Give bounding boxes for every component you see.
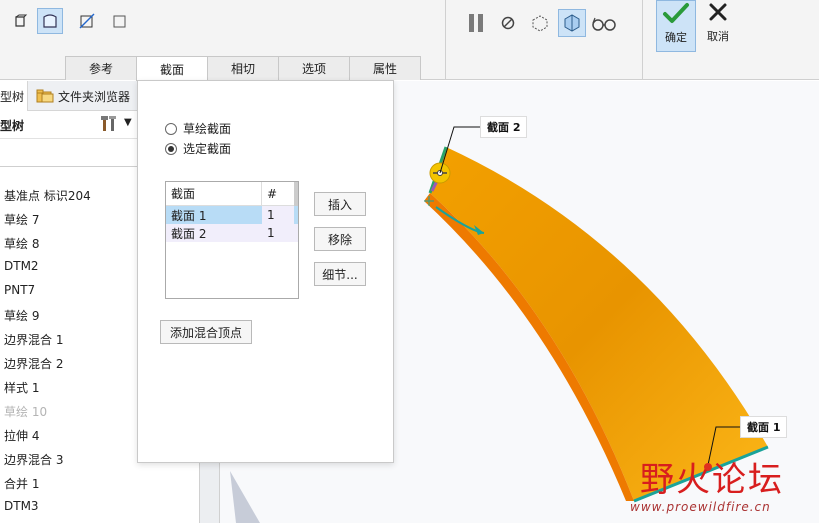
tab-options[interactable]: 选项: [278, 56, 350, 80]
tab-properties[interactable]: 属性: [349, 56, 421, 80]
details-button[interactable]: 细节...: [314, 262, 366, 286]
tab-model-tree[interactable]: 型树: [0, 81, 28, 111]
radio-sketched-indicator[interactable]: [165, 122, 177, 135]
radio-selected-sections[interactable]: 选定截面: [165, 140, 231, 157]
background-part-edge: [230, 471, 260, 523]
table-cell-num: 1: [267, 226, 275, 240]
tab-model-tree-label: 型树: [0, 89, 25, 104]
folder-browser-icon: [36, 89, 54, 103]
square-outline-icon: [113, 15, 126, 28]
attached-preview-icon: [532, 15, 548, 32]
dashboard-ribbon: 参考 截面 相切 选项 属性 确定 取消: [0, 0, 819, 81]
watermark-url: www.proewildfire.cn: [630, 500, 771, 514]
detached-preview-icon: [564, 14, 580, 32]
surface-icon: [15, 14, 28, 27]
ok-button[interactable]: 确定: [656, 0, 696, 52]
glasses-icon: [592, 17, 616, 31]
remove-button[interactable]: 移除: [314, 227, 366, 251]
add-blend-vertex-button[interactable]: 添加混合顶点: [160, 320, 252, 344]
table-row[interactable]: 截面 1 1: [166, 206, 298, 224]
tree-item[interactable]: 基准点 标识204: [4, 187, 91, 204]
tab-references[interactable]: 参考: [65, 56, 137, 80]
surface-type-button[interactable]: [37, 8, 63, 34]
boundary-surface-icon: [43, 14, 57, 28]
close-icon: [709, 3, 727, 21]
table-cell-section: 截面 2: [171, 226, 207, 241]
ribbon-divider-2: [642, 0, 643, 80]
tree-header-title: 型树: [0, 119, 25, 133]
sections-panel: 草绘截面 选定截面 截面 # 截面 1 1 截面 2 1 插入 移除 细节...…: [137, 80, 394, 463]
table-header-num[interactable]: #: [262, 182, 294, 206]
table-cell-num: 1: [262, 206, 294, 224]
tree-item[interactable]: 合并 1: [4, 475, 39, 492]
no-preview-button[interactable]: [494, 9, 522, 37]
tree-item[interactable]: 草绘 9: [4, 307, 39, 324]
ok-button-label: 确定: [665, 31, 687, 44]
tab-tangency-label: 相切: [230, 62, 255, 76]
table-row[interactable]: 截面 2 1: [166, 224, 298, 242]
tree-item[interactable]: 边界混合 3: [4, 451, 63, 468]
thicken-button[interactable]: [74, 8, 100, 34]
tree-item[interactable]: DTM2: [4, 259, 39, 273]
tab-folder-browser[interactable]: 文件夹浏览器: [36, 81, 130, 111]
remove-material-button[interactable]: [106, 8, 132, 34]
ribbon-divider-1: [445, 0, 446, 80]
attached-preview-button[interactable]: [526, 9, 554, 37]
orange-surface[interactable]: [430, 147, 768, 501]
tree-item[interactable]: 边界混合 2: [4, 355, 63, 372]
tab-sections-label: 截面: [159, 62, 184, 77]
detached-preview-button[interactable]: [558, 9, 586, 37]
insert-button[interactable]: 插入: [314, 192, 366, 216]
tab-sections[interactable]: 截面: [136, 56, 208, 81]
dashboard-tabs: 参考 截面 相切 选项 属性: [65, 56, 421, 81]
section2-callout[interactable]: 截面 2: [480, 116, 528, 138]
pause-icon: [469, 14, 483, 32]
tree-settings-icon[interactable]: [100, 115, 120, 136]
tree-item[interactable]: 草绘 8: [4, 235, 39, 252]
tree-item-cut-off: [4, 167, 44, 173]
feature-control-icons: [462, 6, 622, 40]
watermark-logo-text: 野火论坛: [640, 460, 784, 500]
cancel-button[interactable]: 取消: [700, 0, 736, 52]
radio-sketched-sections[interactable]: 草绘截面: [165, 120, 231, 137]
tree-item[interactable]: 草绘 7: [4, 211, 39, 228]
table-cell-section: 截面 1: [171, 208, 207, 223]
tree-item[interactable]: DTM3: [4, 499, 39, 513]
tab-tangency[interactable]: 相切: [207, 56, 279, 80]
radio-sketched-label: 草绘截面: [183, 122, 232, 136]
tree-item[interactable]: PNT7: [4, 283, 35, 297]
radio-selected-indicator[interactable]: [165, 142, 177, 155]
sections-table[interactable]: 截面 # 截面 1 1 截面 2 1: [165, 181, 299, 299]
tab-references-label: 参考: [88, 62, 113, 76]
table-header-section[interactable]: 截面: [166, 182, 262, 206]
table-scroll-thumb[interactable]: [294, 182, 298, 206]
radio-selected-label: 选定截面: [183, 142, 232, 156]
tree-settings-chevron-down-icon[interactable]: ▼: [124, 117, 132, 128]
tab-options-label: 选项: [301, 62, 326, 76]
tab-folder-browser-label: 文件夹浏览器: [58, 89, 131, 104]
section1-callout[interactable]: 截面 1: [740, 416, 788, 438]
thicken-icon: [79, 13, 95, 29]
tree-item[interactable]: 草绘 10: [4, 403, 47, 420]
checkmark-icon: [663, 3, 689, 23]
tree-item[interactable]: 拉伸 4: [4, 427, 39, 444]
surface-option-button[interactable]: [8, 8, 34, 34]
tree-item[interactable]: 样式 1: [4, 379, 39, 396]
pause-button[interactable]: [462, 9, 490, 37]
cancel-button-label: 取消: [707, 30, 729, 43]
tree-item[interactable]: 边界混合 1: [4, 331, 63, 348]
verify-mode-button[interactable]: [590, 9, 618, 37]
tab-properties-label: 属性: [372, 62, 397, 76]
no-preview-icon: [501, 16, 515, 30]
